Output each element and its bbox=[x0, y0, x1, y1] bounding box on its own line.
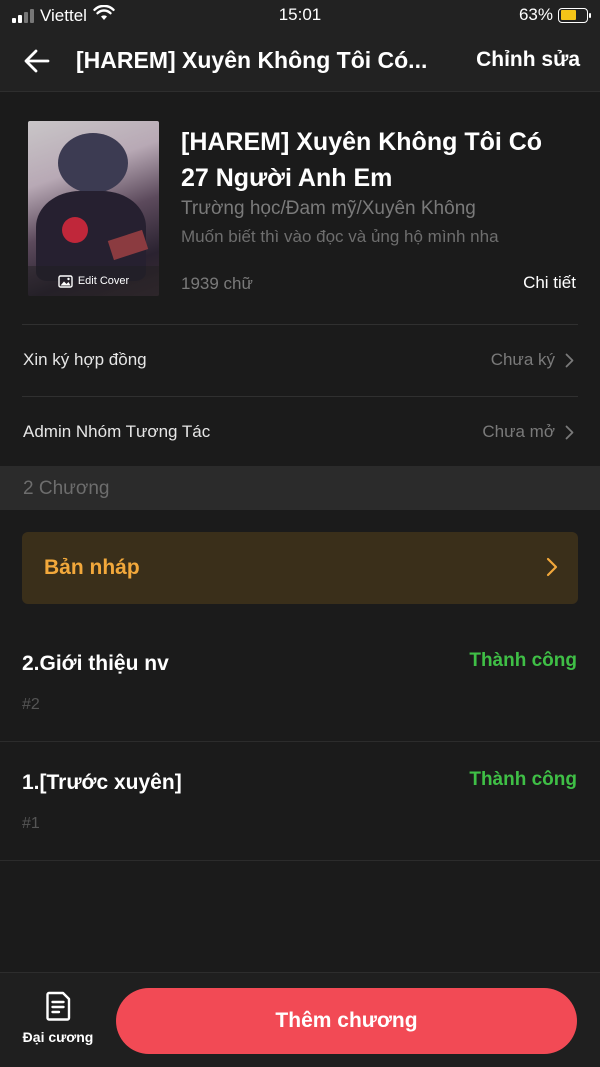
chapter-title: 1.[Trước xuyên] bbox=[22, 771, 182, 794]
admin-group-value: Chưa mở bbox=[482, 422, 574, 442]
book-description: Muốn biết thì vào đọc và ủng hộ mình nha bbox=[181, 227, 499, 246]
contract-row[interactable]: Xin ký hợp đồng Chưa ký bbox=[0, 324, 600, 396]
book-title: [HAREM] Xuyên Không Tôi Có 27 Người Anh … bbox=[181, 128, 543, 192]
edit-cover-button[interactable]: Edit Cover bbox=[28, 266, 159, 296]
chapter-status: Thành công bbox=[469, 769, 577, 790]
page-title: [HAREM] Xuyên Không Tôi Có... bbox=[76, 47, 428, 73]
chapter-item[interactable]: 2.Giới thiệu nv Thành công #2 bbox=[0, 624, 600, 742]
contract-value: Chưa ký bbox=[491, 350, 574, 370]
admin-group-label: Admin Nhóm Tương Tác bbox=[23, 422, 211, 441]
edit-button[interactable]: Chỉnh sửa bbox=[476, 48, 580, 72]
bottom-bar: Đại cương Thêm chương bbox=[0, 972, 600, 1067]
chapter-number: #2 bbox=[22, 696, 40, 713]
clock: 15:01 bbox=[278, 5, 322, 24]
contract-status: Chưa ký bbox=[490, 350, 555, 369]
contract-label: Xin ký hợp đồng bbox=[23, 350, 147, 369]
battery-icon bbox=[558, 7, 591, 23]
chapter-item[interactable]: 1.[Trước xuyên] Thành công #1 bbox=[0, 743, 600, 861]
battery-percent: 63% bbox=[518, 5, 553, 24]
status-right: 63% bbox=[518, 5, 591, 25]
admin-group-row[interactable]: Admin Nhóm Tương Tác Chưa mở bbox=[0, 396, 600, 468]
chevron-right-icon bbox=[546, 557, 558, 577]
admin-group-status: Chưa mở bbox=[482, 422, 555, 441]
chapter-title: 2.Giới thiệu nv bbox=[22, 652, 169, 675]
book-header: Edit Cover [HAREM] Xuyên Không Tôi Có 27… bbox=[0, 92, 600, 324]
chapter-count: 2 Chương bbox=[23, 478, 110, 499]
drafts-label: Bản nháp bbox=[44, 556, 140, 579]
word-count: 1939 chữ bbox=[181, 274, 253, 293]
document-icon bbox=[46, 991, 71, 1021]
chapter-status: Thành công bbox=[469, 650, 577, 671]
image-icon bbox=[58, 274, 73, 288]
chevron-right-icon bbox=[565, 353, 574, 367]
edit-cover-label: Edit Cover bbox=[77, 275, 130, 287]
status-bar: Viettel 15:01 63% bbox=[0, 0, 600, 30]
back-arrow-icon bbox=[24, 49, 50, 73]
drafts-button[interactable]: Bản nháp bbox=[22, 532, 578, 604]
add-chapter-button[interactable]: Thêm chương bbox=[116, 988, 577, 1054]
back-button[interactable] bbox=[20, 44, 54, 78]
book-genres: Trường học/Đam mỹ/Xuyên Không bbox=[181, 198, 476, 219]
chapters-section-header: 2 Chương bbox=[0, 466, 600, 510]
outline-label: Đại cương bbox=[22, 1029, 94, 1045]
add-chapter-label: Thêm chương bbox=[275, 1009, 418, 1032]
chevron-right-icon bbox=[565, 425, 574, 439]
nav-bar: [HAREM] Xuyên Không Tôi Có... Chỉnh sửa bbox=[0, 30, 600, 92]
chapter-number: #1 bbox=[22, 815, 40, 832]
detail-link[interactable]: Chi tiết bbox=[523, 273, 576, 293]
book-cover[interactable]: Edit Cover bbox=[28, 121, 159, 296]
outline-button[interactable]: Đại cương bbox=[14, 991, 102, 1055]
